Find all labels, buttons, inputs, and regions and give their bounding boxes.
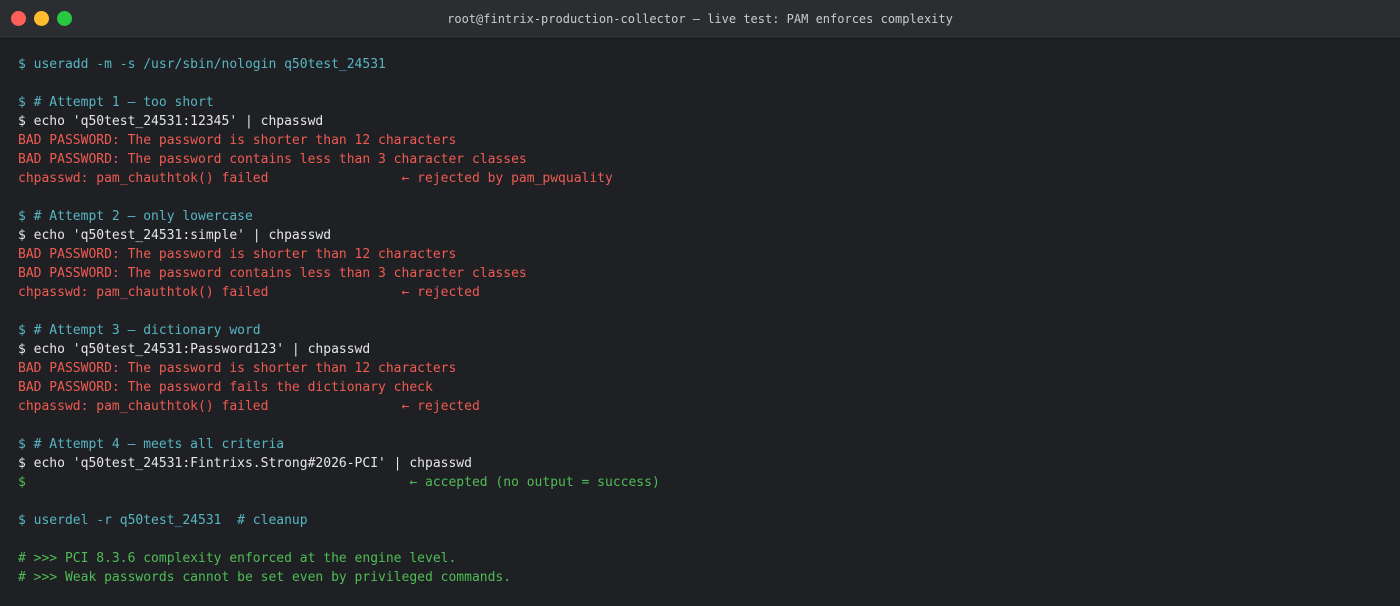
terminal-window: root@fintrix-production-collector — live… [0,0,1400,606]
terminal-line: chpasswd: pam_chauthtok() failed ← rejec… [18,285,480,300]
window-title: root@fintrix-production-collector — live… [447,12,953,26]
terminal-line: $ echo 'q50test_24531:12345' | chpasswd [18,114,324,129]
terminal-line: BAD PASSWORD: The password is shorter th… [18,361,457,376]
terminal-line: $ userdel -r q50test_24531 # cleanup [18,513,308,528]
terminal-line: $ useradd -m -s /usr/sbin/nologin q50tes… [18,57,386,72]
title-bar: root@fintrix-production-collector — live… [0,0,1400,39]
terminal-line: BAD PASSWORD: The password contains less… [18,266,527,281]
terminal-line: $ # Attempt 1 — too short [18,95,214,110]
terminal-line: BAD PASSWORD: The password fails the dic… [18,380,433,395]
terminal-line: $ ← accepted (no output = success) [18,475,660,490]
terminal-line: $ # Attempt 2 — only lowercase [18,209,253,224]
terminal-line: $ echo 'q50test_24531:Fintrixs.Strong#20… [18,456,472,471]
terminal-line: BAD PASSWORD: The password is shorter th… [18,133,457,148]
terminal-output[interactable]: $ useradd -m -s /usr/sbin/nologin q50tes… [18,55,1390,587]
terminal-line: BAD PASSWORD: The password contains less… [18,152,527,167]
terminal-line: # >>> PCI 8.3.6 complexity enforced at t… [18,551,457,566]
terminal-line: $ echo 'q50test_24531:Password123' | chp… [18,342,371,357]
terminal-line: $ echo 'q50test_24531:simple' | chpasswd [18,228,332,243]
terminal-line: chpasswd: pam_chauthtok() failed ← rejec… [18,399,480,414]
terminal-line: $ # Attempt 3 — dictionary word [18,323,261,338]
terminal-line: # >>> Weak passwords cannot be set even … [18,570,512,585]
terminal-line: BAD PASSWORD: The password is shorter th… [18,247,457,262]
terminal-line: $ # Attempt 4 — meets all criteria [18,437,285,452]
terminal-line: chpasswd: pam_chauthtok() failed ← rejec… [18,171,613,186]
